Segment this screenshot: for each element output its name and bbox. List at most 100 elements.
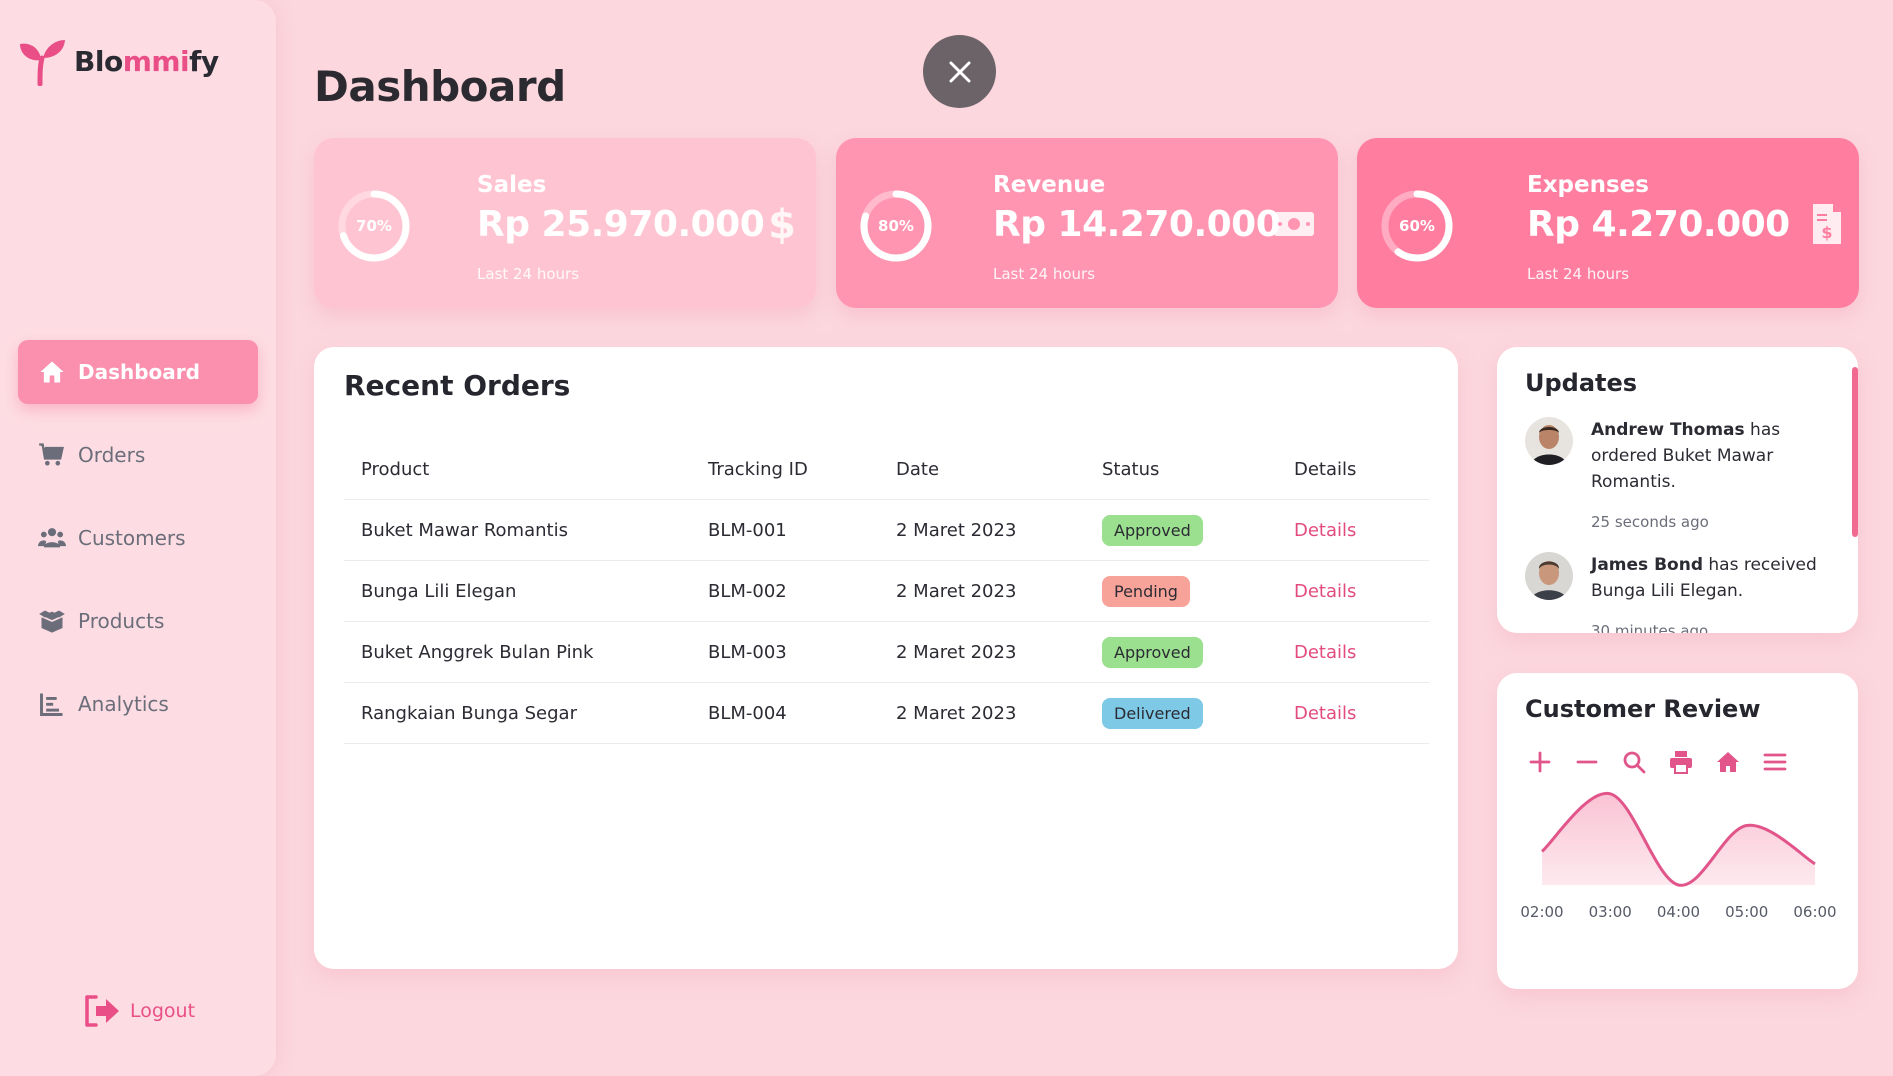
table-row: Buket Mawar Romantis BLM-001 2 Maret 202… [344,500,1429,561]
sidebar-item-orders[interactable]: Orders [18,423,258,487]
update-time: 25 seconds ago [1591,513,1709,531]
sidebar-item-analytics[interactable]: Analytics [18,672,258,736]
tracking-cell: BLM-002 [708,580,787,602]
sales-card[interactable]: 70% Sales Rp 25.970.000 Last 24 hours $ [314,138,816,308]
details-link[interactable]: Details [1294,703,1356,724]
logout-button[interactable]: Logout [82,993,195,1029]
print-icon[interactable] [1668,749,1694,775]
tracking-cell: BLM-004 [708,702,787,724]
customer-review-title: Customer Review [1525,695,1761,723]
table-header: Product Tracking ID Date Status Details [344,439,1429,500]
date-cell: 2 Maret 2023 [896,702,1017,724]
sidebar-item-label: Orders [78,443,146,467]
x-tick-label: 05:00 [1725,903,1768,921]
recent-orders-title: Recent Orders [344,369,571,402]
money-bill-icon [1274,212,1314,236]
updates-scrollbar[interactable] [1852,367,1858,537]
date-cell: 2 Maret 2023 [896,641,1017,663]
sales-period: Last 24 hours [477,265,580,283]
menu-icon[interactable] [1762,749,1788,775]
brand-logo[interactable]: Blommify [18,36,219,86]
revenue-period: Last 24 hours [993,265,1096,283]
expenses-progress-ring: 60% [1381,190,1453,262]
revenue-card[interactable]: 80% Revenue Rp 14.270.000 Last 24 hours [836,138,1338,308]
box-icon [39,610,65,633]
sales-progress-ring: 70% [338,190,410,262]
close-button[interactable] [923,35,996,108]
cart-icon [39,443,64,466]
update-text: Andrew Thomas has ordered Buket Mawar Ro… [1591,420,1781,492]
svg-text:$: $ [1821,223,1832,242]
sidebar-item-label: Analytics [78,692,169,716]
logout-icon [85,995,119,1027]
zoom-out-icon[interactable] [1574,749,1600,775]
x-tick-label: 03:00 [1589,903,1632,921]
brand-name: Blommify [74,44,219,78]
expenses-label: Expenses [1527,172,1649,198]
sidebar-item-products[interactable]: Products [18,589,258,653]
status-badge: Approved [1102,636,1203,668]
x-tick-label: 06:00 [1793,903,1836,921]
avatar [1525,552,1573,600]
revenue-progress-ring: 80% [860,190,932,262]
sidebar-item-label: Customers [78,526,186,550]
sales-percent: 70% [356,217,392,235]
tracking-cell: BLM-003 [708,641,787,663]
details-link[interactable]: Details [1294,581,1356,602]
home-icon[interactable] [1715,749,1741,775]
product-cell: Rangkaian Bunga Segar [361,702,577,724]
avatar [1525,417,1573,465]
column-header: Product [361,458,430,480]
expenses-card[interactable]: 60% Expenses Rp 4.270.000 Last 24 hours … [1357,138,1859,308]
date-cell: 2 Maret 2023 [896,519,1017,541]
product-cell: Buket Mawar Romantis [361,519,568,541]
revenue-percent: 80% [878,217,914,235]
status-badge: Approved [1102,514,1203,546]
product-cell: Buket Anggrek Bulan Pink [361,641,594,663]
expenses-value: Rp 4.270.000 [1527,204,1790,245]
updates-title: Updates [1525,369,1638,397]
close-icon [949,61,970,82]
chart-icon [40,693,63,716]
column-header: Details [1294,458,1357,480]
date-cell: 2 Maret 2023 [896,580,1017,602]
sidebar-item-customers[interactable]: Customers [18,506,258,570]
column-header: Date [896,458,940,480]
users-icon [38,528,66,548]
sales-label: Sales [477,172,547,198]
svg-text:$: $ [768,202,796,246]
column-header: Tracking ID [708,458,808,480]
status-badge: Pending [1102,575,1190,607]
sidebar-item-label: Dashboard [78,360,200,384]
updates-panel: Updates Andrew Thomas has ordered Buket … [1497,347,1858,633]
expenses-period: Last 24 hours [1527,265,1630,283]
invoice-icon: $ [1813,204,1841,244]
zoom-in-icon[interactable] [1527,749,1553,775]
tracking-cell: BLM-001 [708,519,787,541]
orders-table: Product Tracking ID Date Status Details … [344,439,1429,744]
sidebar-item-dashboard[interactable]: Dashboard [18,340,258,404]
table-row: Buket Anggrek Bulan Pink BLM-003 2 Maret… [344,622,1429,683]
customer-review-chart: 02:00 03:00 04:00 05:00 06:00 [1520,792,1837,921]
column-header: Status [1102,458,1160,480]
x-tick-label: 02:00 [1520,903,1563,921]
x-tick-label: 04:00 [1657,903,1700,921]
status-badge: Delivered [1102,697,1203,729]
page-title: Dashboard [314,62,566,111]
sidebar-nav: Dashboard Orders Customers Products Anal… [18,340,258,755]
product-cell: Bunga Lili Elegan [361,580,517,602]
update-text: James Bond has received Bunga Lili Elega… [1591,555,1817,601]
dollar-icon: $ [768,202,796,246]
update-time: 30 minutes ago [1591,622,1709,633]
details-link[interactable]: Details [1294,642,1356,663]
sidebar-item-label: Products [78,609,165,633]
details-link[interactable]: Details [1294,520,1356,541]
home-icon [40,361,64,383]
expenses-percent: 60% [1399,217,1435,235]
revenue-value: Rp 14.270.000 [993,204,1281,245]
chart-toolbar [1527,749,1809,775]
sprout-logo-icon [20,40,65,86]
logout-label: Logout [130,1000,196,1022]
table-row: Bunga Lili Elegan BLM-002 2 Maret 2023 P… [344,561,1429,622]
search-icon[interactable] [1621,749,1647,775]
